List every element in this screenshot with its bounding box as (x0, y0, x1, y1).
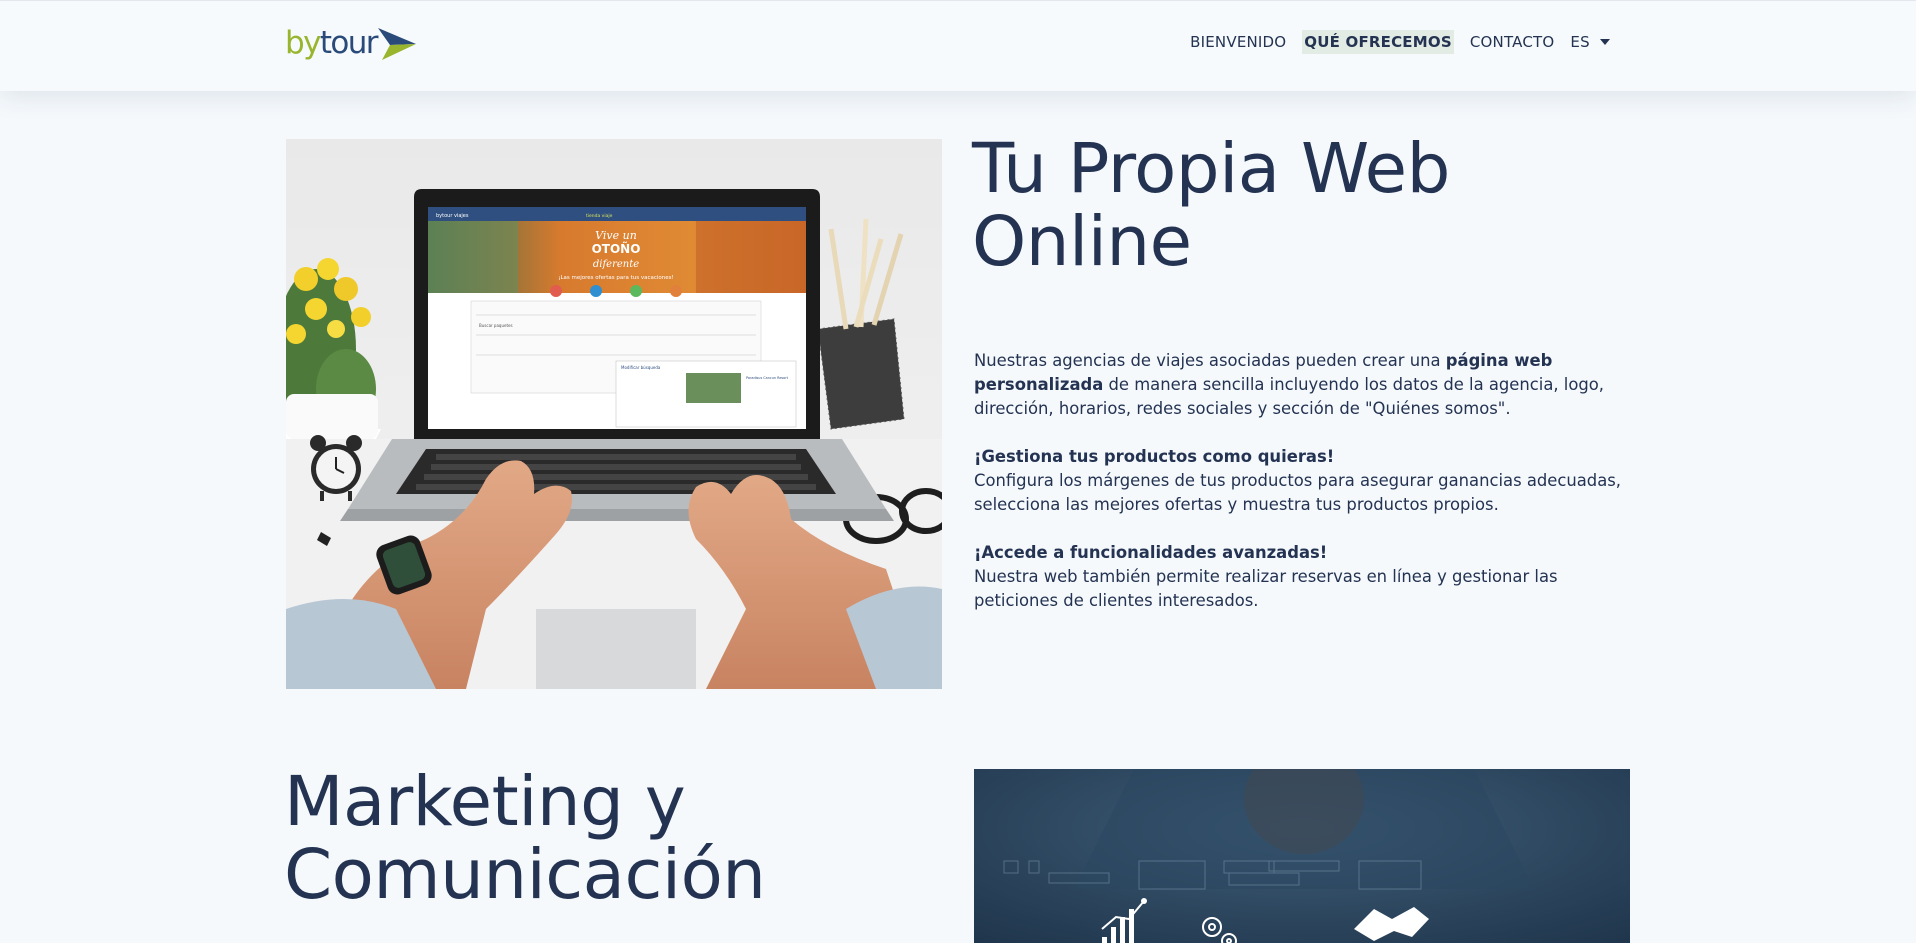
svg-text:Buscar paquetes: Buscar paquetes (479, 323, 513, 328)
paragraph-heading: ¡Gestiona tus productos como quieras! (974, 447, 1335, 466)
laptop-photo: Vive un OTOÑO diferente ¡Las mejores ofe… (286, 139, 942, 689)
main-nav: BIENVENIDO QUÉ OFRECEMOS CONTACTO ES (1174, 30, 1610, 54)
svg-text:OTOÑO: OTOÑO (592, 241, 641, 256)
svg-text:¡Las mejores ofertas para tus: ¡Las mejores ofertas para tus vacaciones… (558, 275, 674, 281)
title-line: Online (972, 202, 1192, 282)
paragraph-products: ¡Gestiona tus productos como quieras! Con… (974, 447, 1621, 514)
section-title-web: Tu Propia Web Online (972, 133, 1612, 279)
navbar: bytour BIENVENIDO QUÉ OFRECEMOS CONTACTO… (0, 0, 1916, 91)
title-line: Comunicación (284, 835, 766, 915)
caret-down-icon (1600, 39, 1610, 45)
bytour-logo[interactable]: bytour (285, 25, 416, 61)
title-line: Tu Propia Web (972, 129, 1450, 209)
paragraph-features: ¡Accede a funcionalidades avanzadas! Nues… (974, 543, 1558, 610)
svg-text:Paradisus Cancun Resort: Paradisus Cancun Resort (746, 376, 789, 380)
svg-text:Modificar búsqueda: Modificar búsqueda (621, 365, 661, 370)
nav-contacto[interactable]: CONTACTO (1468, 30, 1557, 54)
svg-text:Vive un: Vive un (595, 229, 637, 242)
marketing-photo (974, 769, 1630, 943)
svg-text:bytour viajes: bytour viajes (436, 213, 469, 219)
paragraph-intro: Nuestras agencias de viajes asociadas pu… (974, 351, 1605, 418)
nav-bienvenido[interactable]: BIENVENIDO (1188, 30, 1288, 54)
title-line: Marketing y (284, 762, 686, 842)
section-web-text: Nuestras agencias de viajes asociadas pu… (974, 349, 1624, 637)
language-selector[interactable]: ES (1570, 33, 1610, 51)
language-label: ES (1570, 33, 1590, 51)
laptop-illustration: Vive un OTOÑO diferente ¡Las mejores ofe… (286, 139, 942, 689)
paragraph-heading: ¡Accede a funcionalidades avanzadas! (974, 543, 1328, 562)
svg-text:diferente: diferente (593, 259, 639, 270)
paper-plane-icon (377, 28, 416, 60)
logo-wordmark: bytour (285, 25, 379, 61)
business-network-illustration (974, 769, 1630, 943)
section-title-marketing: Marketing y Comunicación (284, 766, 924, 912)
nav-que-ofrecemos[interactable]: QUÉ OFRECEMOS (1302, 30, 1454, 54)
svg-text:tienda viaje: tienda viaje (586, 213, 613, 219)
